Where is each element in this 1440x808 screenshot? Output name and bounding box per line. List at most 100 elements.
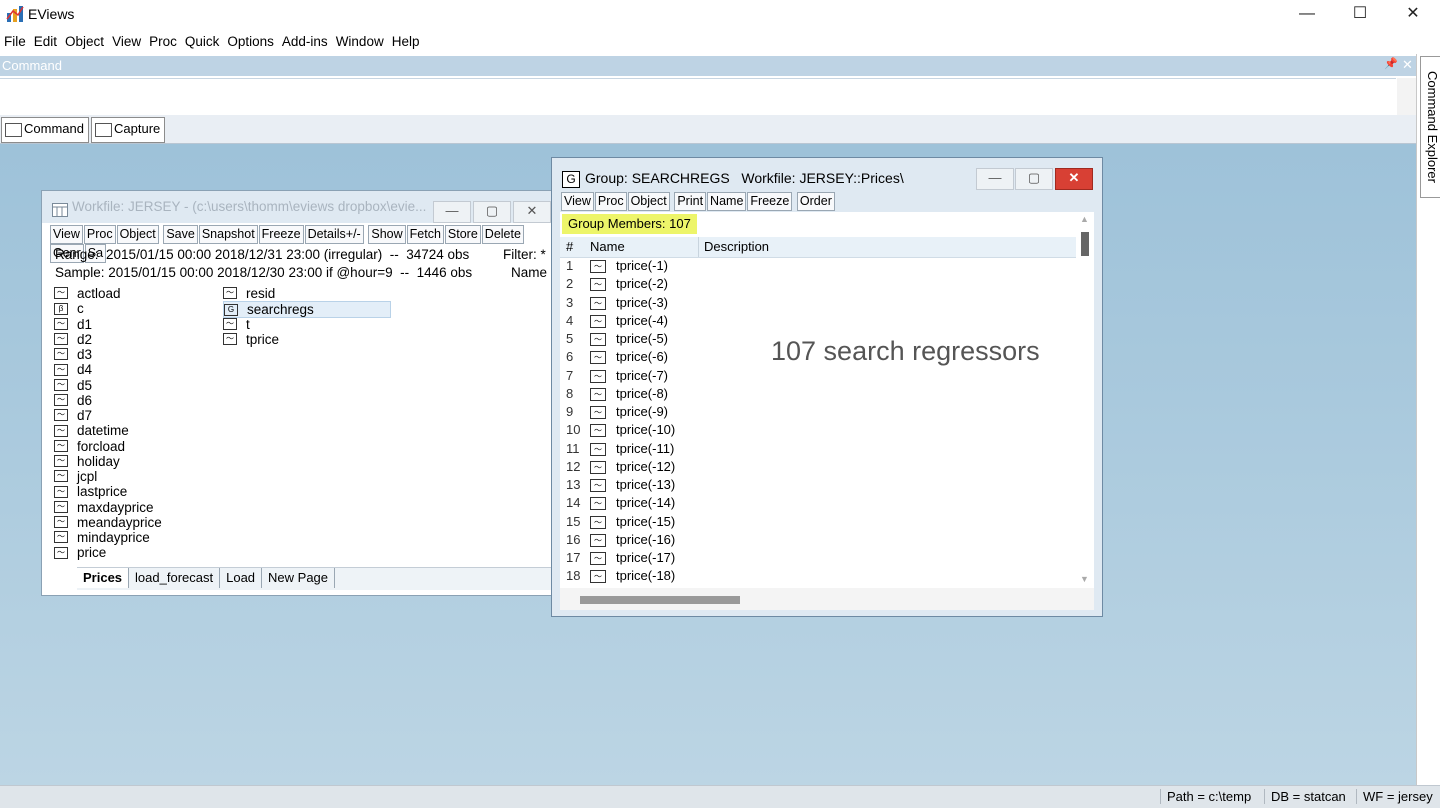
group-horizontal-scrollbar[interactable] bbox=[560, 588, 1094, 610]
menu-object[interactable]: Object bbox=[61, 30, 108, 54]
menu-window[interactable]: Window bbox=[332, 30, 388, 54]
scroll-up-icon[interactable]: ▲ bbox=[1080, 214, 1089, 224]
minimize-button[interactable]: — bbox=[1280, 0, 1334, 28]
group-member-row[interactable]: 8 〜 tprice(-8) bbox=[560, 385, 1076, 403]
grp-name-button[interactable]: Name bbox=[707, 192, 747, 211]
command-scrollbar[interactable] bbox=[1397, 78, 1416, 115]
menu-proc[interactable]: Proc bbox=[145, 30, 181, 54]
command-explorer-tab[interactable]: Command Explorer bbox=[1420, 56, 1440, 198]
page-tab-load[interactable]: Load bbox=[220, 568, 263, 588]
grp-freeze-button[interactable]: Freeze bbox=[747, 192, 793, 211]
tab-capture[interactable]: Capture bbox=[91, 117, 166, 143]
pin-icon[interactable]: 📌 bbox=[1384, 57, 1398, 70]
workfile-close-button[interactable]: ✕ bbox=[513, 201, 551, 223]
group-member-row[interactable]: 16 〜 tprice(-16) bbox=[560, 531, 1076, 549]
group-member-row[interactable]: 11 〜 tprice(-11) bbox=[560, 440, 1076, 458]
workfile-object-datetime[interactable]: 〜 datetime bbox=[54, 423, 129, 438]
wf-show-button[interactable]: Show bbox=[368, 225, 406, 244]
group-member-row[interactable]: 13 〜 tprice(-13) bbox=[560, 476, 1076, 494]
hscroll-thumb[interactable] bbox=[580, 596, 740, 604]
close-button[interactable]: ✕ bbox=[1386, 0, 1440, 28]
menu-help[interactable]: Help bbox=[388, 30, 424, 54]
wf-freeze-button[interactable]: Freeze bbox=[258, 225, 304, 244]
workfile-object-d2[interactable]: 〜 d2 bbox=[54, 332, 92, 347]
grp-view-button[interactable]: View bbox=[561, 192, 594, 211]
group-member-row[interactable]: 9 〜 tprice(-9) bbox=[560, 403, 1076, 421]
maximize-button[interactable]: ☐ bbox=[1333, 0, 1387, 28]
menu-options[interactable]: Options bbox=[223, 30, 278, 54]
workfile-object-d6[interactable]: 〜 d6 bbox=[54, 393, 92, 408]
workfile-object-d4[interactable]: 〜 d4 bbox=[54, 362, 92, 377]
page-tab-new-page[interactable]: New Page bbox=[262, 568, 336, 588]
group-member-row[interactable]: 18 〜 tprice(-18) bbox=[560, 567, 1076, 585]
workfile-object-d5[interactable]: 〜 d5 bbox=[54, 378, 92, 393]
group-member-row[interactable]: 15 〜 tprice(-15) bbox=[560, 513, 1076, 531]
col-header-number[interactable]: # bbox=[566, 237, 573, 257]
workfile-object-c[interactable]: βc bbox=[54, 301, 84, 316]
group-member-row[interactable]: 2 〜 tprice(-2) bbox=[560, 275, 1076, 293]
workfile-object-holiday[interactable]: 〜 holiday bbox=[54, 454, 120, 469]
col-header-description[interactable]: Description bbox=[698, 237, 769, 257]
group-member-row[interactable]: 3 〜 tprice(-3) bbox=[560, 294, 1076, 312]
workfile-object-d3[interactable]: 〜 d3 bbox=[54, 347, 92, 362]
workfile-sample[interactable]: Sample: 2015/01/15 00:00 2018/12/30 23:0… bbox=[55, 265, 472, 280]
tab-command[interactable]: Command bbox=[1, 117, 89, 143]
menu-quick[interactable]: Quick bbox=[181, 30, 224, 54]
group-member-row[interactable]: 14 〜 tprice(-14) bbox=[560, 494, 1076, 512]
workfile-range[interactable]: Range: 2015/01/15 00:00 2018/12/31 23:00… bbox=[55, 247, 469, 262]
grp-order-button[interactable]: Order bbox=[796, 192, 835, 211]
wf-save-button[interactable]: Save bbox=[163, 225, 198, 244]
workfile-object-d1[interactable]: 〜 d1 bbox=[54, 317, 92, 332]
page-tab-load-forecast[interactable]: load_forecast bbox=[129, 568, 221, 588]
wf-object-button[interactable]: Object bbox=[116, 225, 159, 244]
grp-proc-button[interactable]: Proc bbox=[594, 192, 627, 211]
group-member-row[interactable]: 17 〜 tprice(-17) bbox=[560, 549, 1076, 567]
scroll-thumb[interactable] bbox=[1081, 232, 1089, 256]
wf-proc-button[interactable]: Proc bbox=[83, 225, 116, 244]
workfile-object-lastprice[interactable]: 〜 lastprice bbox=[54, 484, 127, 499]
wf-snapshot-button[interactable]: Snapshot bbox=[198, 225, 258, 244]
wf-details-button[interactable]: Details+/- bbox=[304, 225, 364, 244]
workfile-object-resid[interactable]: 〜 resid bbox=[223, 286, 275, 301]
scroll-down-icon[interactable]: ▼ bbox=[1080, 574, 1089, 584]
workfile-object-tprice[interactable]: 〜 tprice bbox=[223, 332, 279, 347]
menu-add-ins[interactable]: Add-ins bbox=[278, 30, 332, 54]
group-vertical-scrollbar[interactable]: ▲ ▼ bbox=[1076, 212, 1094, 588]
workfile-filter[interactable]: Filter: * bbox=[503, 247, 546, 262]
wf-delete-button[interactable]: Delete bbox=[481, 225, 524, 244]
group-minimize-button[interactable]: — bbox=[976, 168, 1014, 190]
workfile-title-bar[interactable]: Workfile: JERSEY - (c:\users\thomm\eview… bbox=[42, 191, 557, 223]
wf-store-button[interactable]: Store bbox=[444, 225, 481, 244]
group-maximize-button[interactable]: ▢ bbox=[1015, 168, 1053, 190]
workfile-object-jcpl[interactable]: 〜 jcpl bbox=[54, 469, 97, 484]
grp-object-button[interactable]: Object bbox=[627, 192, 670, 211]
group-member-row[interactable]: 10 〜 tprice(-10) bbox=[560, 421, 1076, 439]
page-tab-prices[interactable]: Prices bbox=[77, 568, 130, 588]
grp-print-button[interactable]: Print bbox=[674, 192, 707, 211]
workfile-object-t[interactable]: 〜 t bbox=[223, 317, 250, 332]
menu-file[interactable]: File bbox=[0, 30, 30, 54]
workfile-object-meandayprice[interactable]: 〜 meandayprice bbox=[54, 515, 162, 530]
menu-view[interactable]: View bbox=[108, 30, 145, 54]
workfile-object-forcload[interactable]: 〜 forcload bbox=[54, 439, 125, 454]
workfile-object-d7[interactable]: 〜 d7 bbox=[54, 408, 92, 423]
menu-edit[interactable]: Edit bbox=[30, 30, 61, 54]
wf-view-button[interactable]: View bbox=[50, 225, 83, 244]
workfile-object-actload[interactable]: 〜 actload bbox=[54, 286, 121, 301]
workfile-name-header[interactable]: Name bbox=[511, 265, 547, 280]
workfile-minimize-button[interactable]: — bbox=[433, 201, 471, 223]
command-input[interactable] bbox=[0, 78, 1396, 116]
wf-fetch-button[interactable]: Fetch bbox=[406, 225, 444, 244]
group-member-row[interactable]: 1 〜 tprice(-1) bbox=[560, 257, 1076, 275]
workfile-maximize-button[interactable]: ▢ bbox=[473, 201, 511, 223]
group-member-row[interactable]: 12 〜 tprice(-12) bbox=[560, 458, 1076, 476]
group-member-row[interactable]: 7 〜 tprice(-7) bbox=[560, 367, 1076, 385]
col-header-name[interactable]: Name bbox=[590, 237, 625, 257]
close-command-pane-button[interactable]: ✕ bbox=[1402, 57, 1413, 73]
group-close-button[interactable]: ✕ bbox=[1055, 168, 1093, 190]
workfile-object-maxdayprice[interactable]: 〜 maxdayprice bbox=[54, 500, 154, 515]
group-member-row[interactable]: 4 〜 tprice(-4) bbox=[560, 312, 1076, 330]
workfile-object-mindayprice[interactable]: 〜 mindayprice bbox=[54, 530, 150, 545]
group-title-bar[interactable]: G Group: SEARCHREGS Workfile: JERSEY::Pri… bbox=[562, 170, 904, 188]
workfile-object-price[interactable]: 〜 price bbox=[54, 545, 106, 560]
